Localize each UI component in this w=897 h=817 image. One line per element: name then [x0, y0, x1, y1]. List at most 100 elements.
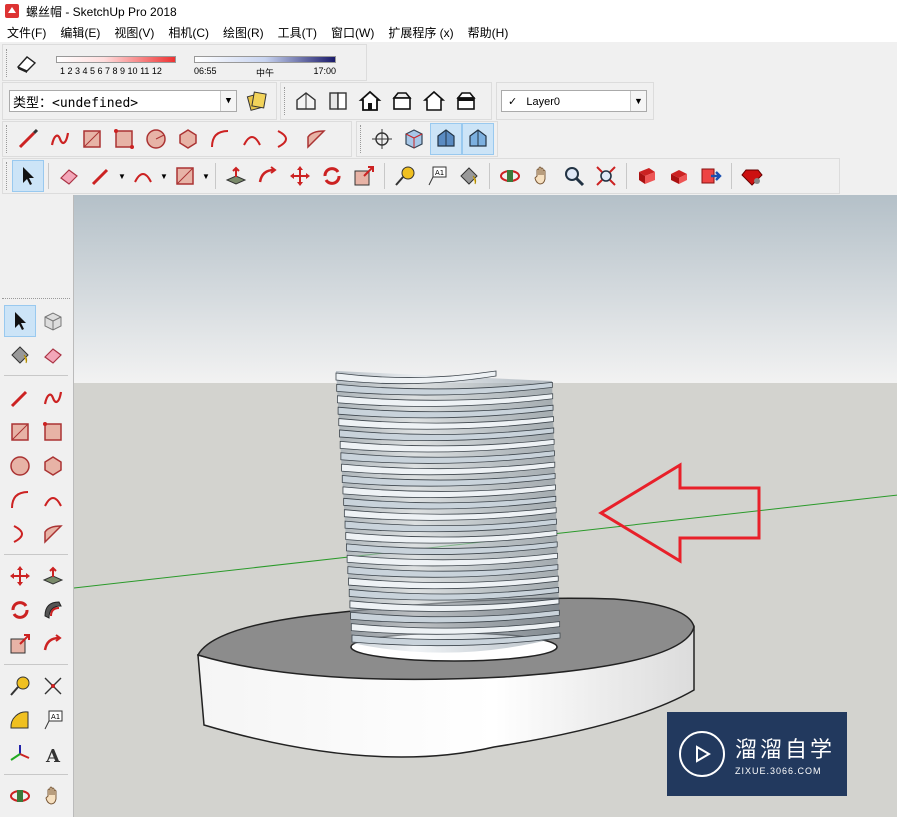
send-to-layout-button[interactable] [695, 160, 727, 192]
select-tool-button[interactable] [4, 305, 36, 337]
rectangle-tool-button[interactable] [76, 123, 108, 155]
follow-me-button[interactable] [252, 160, 284, 192]
toolbar-grip[interactable] [6, 48, 9, 77]
offset-tool-button[interactable] [37, 594, 69, 626]
axes-tool-button[interactable] [4, 738, 36, 770]
menu-help[interactable]: 帮助(H) [461, 24, 516, 41]
circle-tool-button[interactable] [140, 123, 172, 155]
menu-extensions[interactable]: 扩展程序 (x) [381, 24, 460, 41]
toolbar-grip[interactable] [6, 162, 9, 190]
eraser-tool-button[interactable] [37, 339, 69, 371]
menu-draw[interactable]: 绘图(R) [216, 24, 271, 41]
extension-warehouse-button[interactable] [663, 160, 695, 192]
month-slider-track[interactable] [56, 55, 176, 63]
shadow-toggle-button[interactable] [12, 48, 42, 78]
toolbar-grip[interactable] [6, 125, 9, 153]
menu-camera[interactable]: 相机(C) [161, 24, 216, 41]
chevron-down-icon[interactable]: ▼ [117, 160, 127, 192]
iso-view-button[interactable] [290, 85, 322, 117]
component-browser-button[interactable] [241, 85, 273, 117]
rotate-tool-button[interactable] [4, 594, 36, 626]
arc-tool-button[interactable] [4, 484, 36, 516]
dimension-tool-button[interactable] [37, 670, 69, 702]
line-tool-button[interactable] [4, 382, 36, 414]
time-slider[interactable]: 06:55 中午 17:00 [194, 46, 340, 80]
pan-tool-button[interactable] [526, 160, 558, 192]
protractor-button[interactable] [4, 704, 36, 736]
front-view-button[interactable] [354, 85, 386, 117]
menu-view[interactable]: 视图(V) [107, 24, 161, 41]
xray-button[interactable] [366, 123, 398, 155]
scale-tool-button[interactable] [4, 628, 36, 660]
text-tool-button[interactable]: A1 [37, 704, 69, 736]
tape-measure-button[interactable] [389, 160, 421, 192]
orbit-tool-button[interactable] [4, 780, 36, 812]
zoom-tool-button[interactable] [558, 160, 590, 192]
3d-text-button[interactable]: A [37, 738, 69, 770]
entity-type-select[interactable]: 类型：<undefined> ▼ [9, 90, 237, 112]
chevron-down-icon[interactable]: ▼ [201, 160, 211, 192]
chevron-down-icon[interactable]: ▼ [220, 91, 236, 111]
tape-measure-button[interactable] [4, 670, 36, 702]
top-view-button[interactable] [322, 85, 354, 117]
menu-file[interactable]: 文件(F) [0, 24, 53, 41]
month-slider[interactable]: 1 2 3 4 5 6 7 8 9 10 11 12 [56, 46, 182, 80]
entity-type-toolbar: 类型：<undefined> ▼ [2, 82, 277, 120]
shaded-button[interactable] [430, 123, 462, 155]
right-view-button[interactable] [386, 85, 418, 117]
time-slider-track[interactable] [194, 55, 336, 63]
polygon-tool-button[interactable] [172, 123, 204, 155]
polygon-tool-button[interactable] [37, 450, 69, 482]
toolbar-grip[interactable] [360, 125, 363, 153]
menu-tools[interactable]: 工具(T) [271, 24, 324, 41]
pan-tool-button[interactable] [37, 780, 69, 812]
eraser-icon [44, 348, 62, 364]
text-tool-button[interactable]: A1 [421, 160, 453, 192]
move-tool-button[interactable] [284, 160, 316, 192]
warehouse-button[interactable] [631, 160, 663, 192]
toolbar-grip[interactable] [2, 298, 70, 301]
scale-tool-button[interactable] [348, 160, 380, 192]
circle-tool-button[interactable] [4, 450, 36, 482]
rectangle-tool-button[interactable] [4, 416, 36, 448]
pie-tool-button[interactable] [300, 123, 332, 155]
paint-bucket-button[interactable] [4, 339, 36, 371]
move-tool-button[interactable] [4, 560, 36, 592]
rectangle-tool-button[interactable] [169, 160, 201, 192]
left-view-button[interactable] [450, 85, 482, 117]
freehand-tool-button[interactable] [44, 123, 76, 155]
toolbar-grip[interactable] [284, 86, 287, 116]
shaded-texture-button[interactable] [462, 123, 494, 155]
make-component-button[interactable] [37, 305, 69, 337]
rotate-tool-button[interactable] [316, 160, 348, 192]
paint-bucket-button[interactable] [453, 160, 485, 192]
line-tool-button[interactable] [12, 123, 44, 155]
push-pull-button[interactable] [37, 560, 69, 592]
rotated-rectangle-button[interactable] [37, 416, 69, 448]
menu-window[interactable]: 窗口(W) [324, 24, 381, 41]
select-tool-button[interactable] [12, 160, 44, 192]
two-point-arc-button[interactable] [236, 123, 268, 155]
layer-select[interactable]: ✓ Layer0 ▼ [501, 90, 647, 112]
freehand-tool-button[interactable] [37, 382, 69, 414]
pie-icon [44, 525, 63, 544]
chevron-down-icon[interactable]: ▼ [159, 160, 169, 192]
three-point-arc-button[interactable] [4, 518, 36, 550]
two-point-arc-button[interactable] [37, 484, 69, 516]
chevron-down-icon[interactable]: ▼ [630, 91, 646, 111]
eraser-tool-button[interactable] [53, 160, 85, 192]
follow-me-button[interactable] [37, 628, 69, 660]
push-pull-button[interactable] [220, 160, 252, 192]
menu-edit[interactable]: 编辑(E) [53, 24, 107, 41]
extension-manager-button[interactable] [736, 160, 768, 192]
line-tool-button[interactable] [85, 160, 117, 192]
rotated-rectangle-button[interactable] [108, 123, 140, 155]
arc-tool-button[interactable] [204, 123, 236, 155]
arc-tool-button[interactable] [127, 160, 159, 192]
zoom-extents-button[interactable] [590, 160, 622, 192]
pie-tool-button[interactable] [37, 518, 69, 550]
three-point-arc-button[interactable] [268, 123, 300, 155]
back-edges-button[interactable] [398, 123, 430, 155]
orbit-tool-button[interactable] [494, 160, 526, 192]
back-view-button[interactable] [418, 85, 450, 117]
